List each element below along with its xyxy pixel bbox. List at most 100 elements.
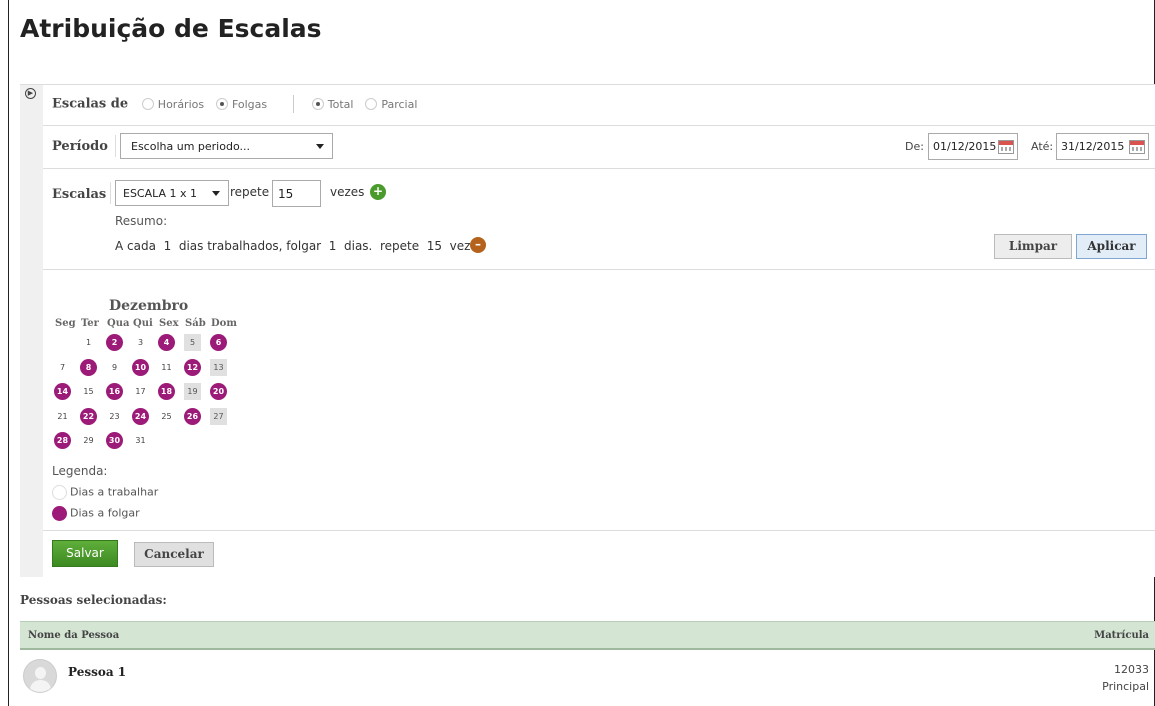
remove-icon[interactable]: – [470, 237, 486, 253]
chevron-down-icon [212, 191, 220, 196]
weekday-header: Sáb [185, 318, 206, 329]
weekday-header: Seg [55, 318, 76, 329]
page-title: Atribuição de Escalas [20, 14, 322, 43]
radio-folgas[interactable] [215, 98, 228, 110]
resumo-label: Resumo: [115, 214, 168, 228]
calendar-day[interactable]: 2 [106, 334, 123, 351]
schedule-panel: ▶ Escalas de Horários Folgas Total Parci… [20, 84, 1155, 577]
schedule-form: Escalas de Horários Folgas Total Parcial… [43, 85, 1155, 577]
calendar-day[interactable]: 20 [210, 383, 227, 400]
vezes-label: vezes [330, 185, 365, 199]
calendar-day[interactable]: 25 [158, 408, 175, 425]
calendar-day[interactable]: 30 [106, 432, 123, 449]
periodo-row: Período Escolha um periodo... De: 01/12/… [43, 125, 1155, 169]
radio-horarios-label: Horários [157, 97, 205, 111]
calendar-day[interactable]: 26 [184, 407, 201, 425]
calendar-day[interactable]: 1 [80, 334, 97, 351]
escalas-de-row: Escalas de Horários Folgas Total Parcial [43, 85, 1155, 126]
calendar-day[interactable]: 27 [210, 407, 227, 425]
calendar-day[interactable]: 13 [210, 358, 227, 376]
person-matricula: 12033 [1114, 663, 1149, 676]
add-icon[interactable]: + [370, 184, 386, 200]
weekday-header: Sex [159, 318, 179, 329]
calendar-day[interactable]: 19 [184, 383, 201, 400]
calendar-day[interactable]: 8 [80, 358, 97, 376]
calendar-day[interactable]: 31 [132, 432, 149, 449]
calendar-day[interactable]: 22 [80, 407, 97, 425]
repete-input[interactable]: 15 [272, 180, 321, 207]
legend-work-label: Dias a trabalhar [70, 485, 159, 499]
calendar-day[interactable]: 11 [158, 359, 175, 376]
legend-work: Dias a trabalhar [52, 485, 158, 500]
aplicar-button[interactable]: Aplicar [1076, 234, 1147, 259]
escalas-de-label: Escalas de [52, 96, 129, 112]
col-name-header[interactable]: Nome da Pessoa [28, 630, 119, 641]
calendar-day[interactable]: 3 [132, 334, 149, 351]
radio-parcial[interactable] [365, 98, 378, 110]
col-matricula-header[interactable]: Matrícula [1094, 630, 1149, 641]
ate-date-input[interactable]: 31/12/2015 [1056, 133, 1149, 160]
collapse-toggle-icon[interactable]: ▶ [25, 88, 36, 99]
selected-people-title: Pessoas selecionadas: [20, 593, 167, 607]
calendar-day[interactable]: 6 [210, 334, 227, 351]
cancelar-button[interactable]: Cancelar [134, 542, 214, 567]
off-day-swatch [52, 506, 67, 521]
calendar-day[interactable]: 9 [106, 359, 123, 376]
de-date-input[interactable]: 01/12/2015 [928, 133, 1018, 160]
calendar-day[interactable]: 12 [184, 358, 201, 376]
calendar-icon[interactable] [998, 140, 1014, 154]
limpar-button[interactable]: Limpar [994, 234, 1072, 259]
calendar-day[interactable]: 18 [158, 383, 175, 400]
de-date-value: 01/12/2015 [933, 140, 997, 153]
escala-select[interactable]: ESCALA 1 x 1 [115, 180, 229, 206]
weekday-header: Qua [107, 318, 130, 329]
resumo-text: A cada 1 dias trabalhados, folgar 1 dias… [115, 239, 485, 253]
avatar [23, 659, 57, 693]
calendar-day[interactable]: 4 [158, 334, 175, 351]
person-tipo: Principal [1102, 680, 1149, 693]
chevron-down-icon [316, 144, 324, 149]
weekday-header: Ter [81, 318, 99, 329]
periodo-select[interactable]: Escolha um periodo... [120, 133, 333, 159]
calendar-day[interactable]: 14 [54, 383, 71, 400]
calendar-day[interactable]: 23 [106, 408, 123, 425]
periodo-label: Período [52, 139, 108, 154]
calendar-day[interactable]: 29 [80, 432, 97, 449]
calendar-day[interactable]: 21 [54, 408, 71, 425]
calendar-day[interactable]: 16 [106, 383, 123, 400]
radio-total[interactable] [311, 98, 324, 110]
periodo-select-value: Escolha um periodo... [131, 140, 250, 153]
calendar-day[interactable]: 17 [132, 383, 149, 400]
salvar-button[interactable]: Salvar [52, 540, 118, 567]
calendar-icon[interactable] [1129, 140, 1145, 154]
radio-parcial-label: Parcial [381, 97, 418, 111]
divider [110, 182, 111, 204]
legend-title: Legenda: [52, 464, 108, 478]
repete-label: repete [230, 185, 270, 199]
table-row[interactable]: Pessoa 1 12033 Principal [20, 650, 1155, 706]
calendar-day[interactable]: 5 [184, 334, 201, 351]
calendar-day[interactable]: 15 [80, 383, 97, 400]
repete-input-value: 15 [278, 187, 294, 201]
divider [292, 95, 294, 113]
calendar-day[interactable]: 7 [54, 359, 71, 376]
legend-off: Dias a folgar [52, 506, 140, 521]
calendar-day[interactable]: 24 [132, 407, 149, 425]
ate-label: Até: [1031, 140, 1054, 153]
weekday-header: Dom [211, 318, 237, 329]
escalas-row: Escalas ESCALA 1 x 1 repete 15 vezes + R… [43, 168, 1155, 270]
calendar-month: Dezembro [109, 298, 189, 314]
person-name: Pessoa 1 [68, 665, 127, 679]
calendar-day[interactable]: 28 [54, 432, 71, 449]
radio-horarios[interactable] [141, 98, 154, 110]
radio-total-label: Total [327, 97, 354, 111]
weekday-header: Qui [133, 318, 153, 329]
people-table-header: Nome da Pessoa Matrícula [20, 621, 1155, 650]
de-label: De: [905, 140, 924, 153]
ate-date-value: 31/12/2015 [1061, 140, 1125, 153]
legend-off-label: Dias a folgar [70, 506, 140, 520]
divider [115, 135, 116, 157]
divider [43, 530, 1155, 531]
escala-select-value: ESCALA 1 x 1 [123, 187, 198, 200]
calendar-day[interactable]: 10 [132, 358, 149, 376]
